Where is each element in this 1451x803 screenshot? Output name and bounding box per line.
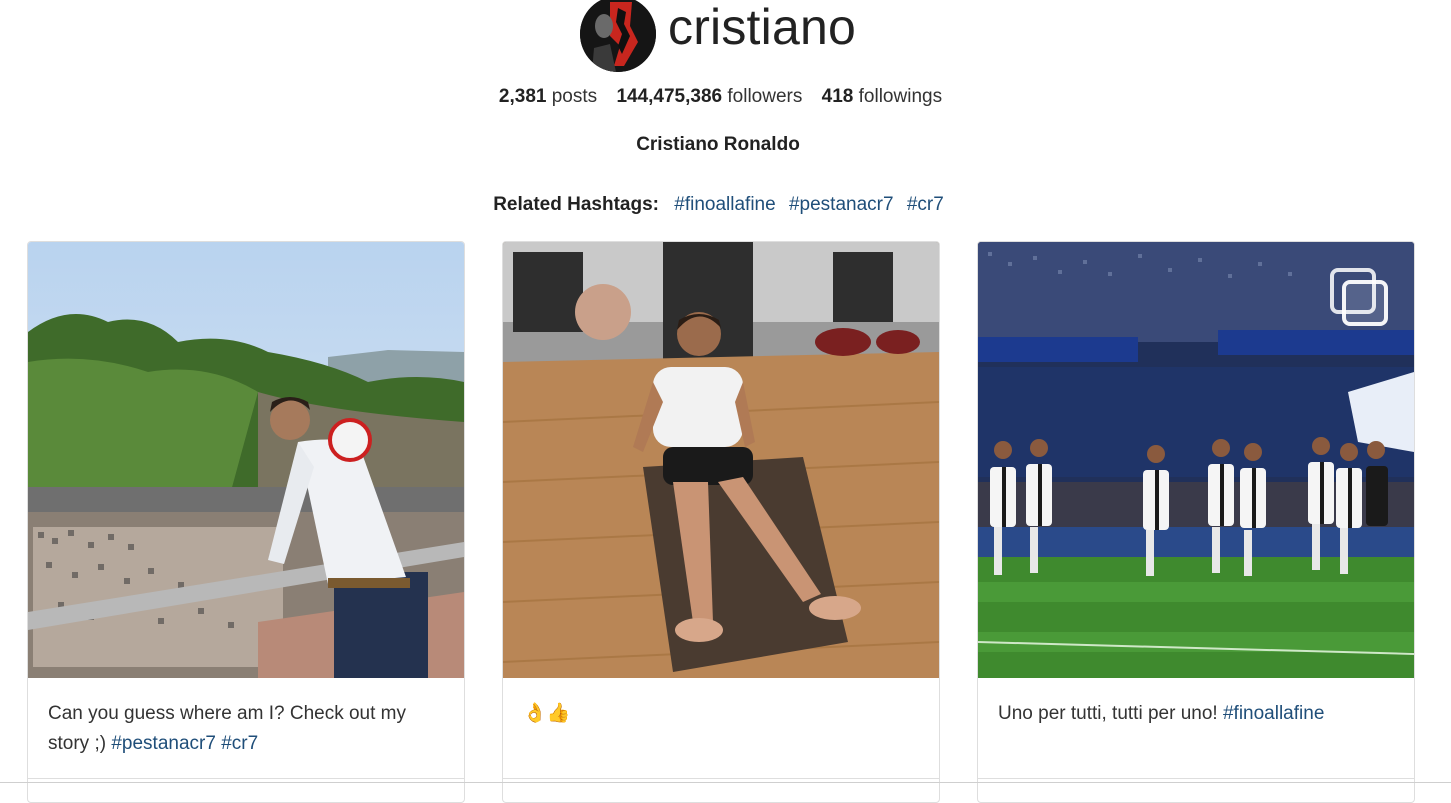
profile-stats: 2,381 posts 144,475,386 followers 418 fo…: [0, 84, 1441, 110]
post-image[interactable]: [978, 242, 1414, 678]
post-caption: 👌👍: [523, 699, 923, 729]
multiple-images-icon: [1330, 268, 1388, 326]
profile-header: cristiano: [0, 0, 1451, 75]
posts-stat: 2,381 posts: [499, 86, 597, 107]
page-bottom-border: [0, 782, 1451, 783]
caption-hashtag-link[interactable]: #finoallafine: [1223, 703, 1324, 724]
card-divider: [503, 778, 939, 779]
followers-stat: 144,475,386 followers: [616, 86, 802, 107]
post-card: Can you guess where am I? Check out my s…: [27, 241, 465, 803]
profile-avatar[interactable]: [580, 0, 656, 72]
hashtag-link[interactable]: #pestanacr7: [789, 194, 894, 215]
followers-count: 144,475,386: [616, 86, 723, 107]
followings-label: followings: [858, 86, 943, 107]
post-card: Uno per tutti, tutti per uno! #finoallaf…: [977, 241, 1415, 803]
caption-hashtag-link[interactable]: #pestanacr7: [111, 733, 216, 754]
followings-stat: 418 followings: [822, 86, 942, 107]
post-caption-text: Uno per tutti, tutti per uno!: [998, 703, 1218, 724]
followings-count: 418: [821, 86, 854, 107]
post-image[interactable]: [503, 242, 939, 678]
related-hashtags-label: Related Hashtags:: [493, 194, 659, 215]
profile-username: cristiano: [668, 0, 856, 55]
hashtag-link[interactable]: #cr7: [907, 194, 944, 215]
post-caption-text: 👌👍: [523, 703, 571, 724]
card-divider: [978, 778, 1414, 779]
post-card: 👌👍: [502, 241, 940, 803]
related-hashtags: Related Hashtags: #finoallafine #pestana…: [0, 194, 1441, 216]
posts-count: 2,381: [498, 86, 547, 107]
profile-full-name: Cristiano Ronaldo: [636, 134, 800, 155]
hashtag-link[interactable]: #finoallafine: [674, 194, 775, 215]
followers-label: followers: [727, 86, 803, 107]
caption-hashtag-link[interactable]: #cr7: [221, 733, 258, 754]
card-divider: [28, 778, 464, 779]
post-caption: Uno per tutti, tutti per uno! #finoallaf…: [998, 699, 1398, 729]
post-image[interactable]: [28, 242, 464, 678]
post-caption: Can you guess where am I? Check out my s…: [48, 699, 448, 759]
posts-label: posts: [551, 86, 598, 107]
